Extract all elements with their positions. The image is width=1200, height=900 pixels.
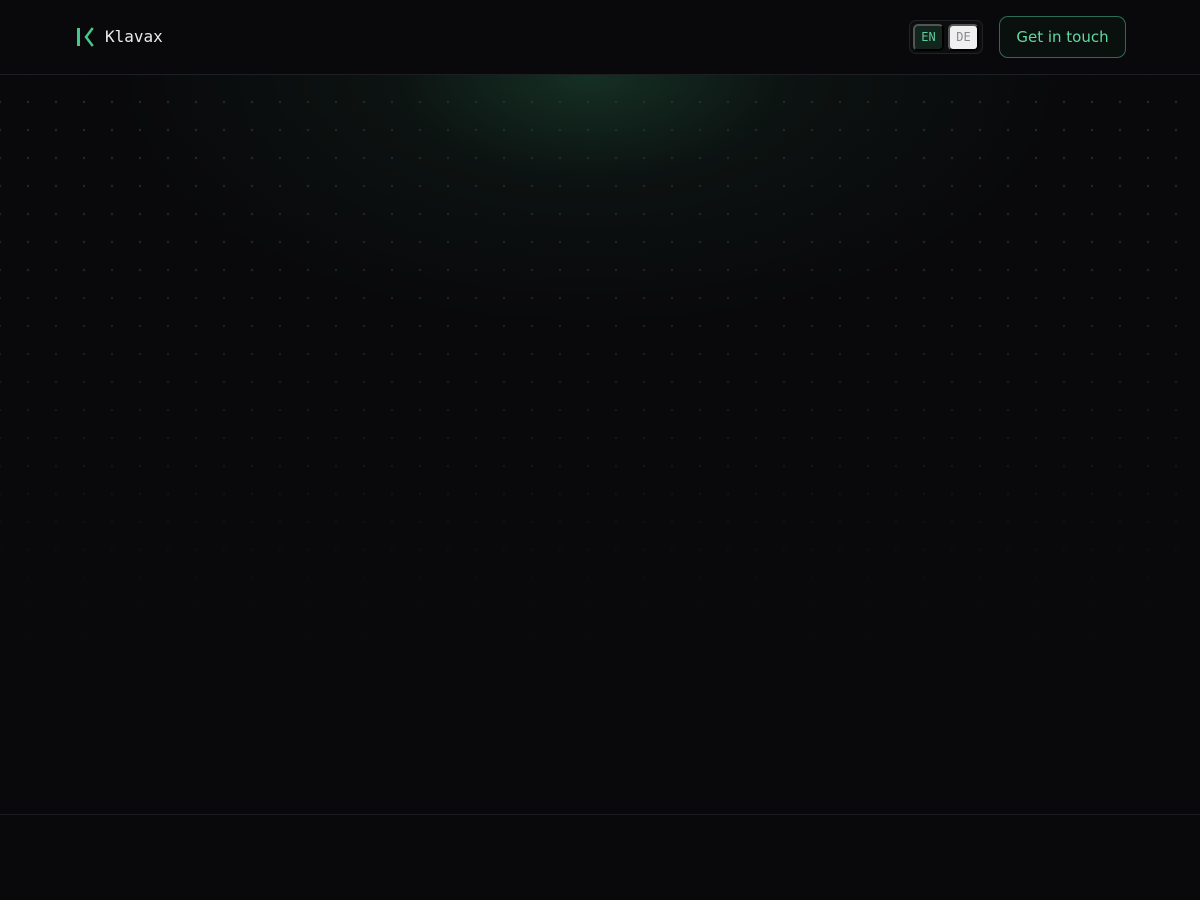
landing-page: Klavax EN DE Get in touch xyxy=(0,0,1200,900)
language-switcher: EN DE xyxy=(909,20,983,54)
lower-section xyxy=(0,815,1200,900)
language-option-de[interactable]: DE xyxy=(948,23,979,51)
get-in-touch-button[interactable]: Get in touch xyxy=(999,16,1126,58)
hero-background xyxy=(0,75,1200,814)
hero-gradient-overlay xyxy=(0,75,1200,814)
k-bracket-logo-icon xyxy=(77,27,94,47)
brand-name: Klavax xyxy=(105,27,163,46)
top-navigation: Klavax EN DE Get in touch xyxy=(0,0,1200,75)
language-option-en[interactable]: EN xyxy=(913,23,944,51)
brand-logo-link[interactable]: Klavax xyxy=(76,26,163,48)
